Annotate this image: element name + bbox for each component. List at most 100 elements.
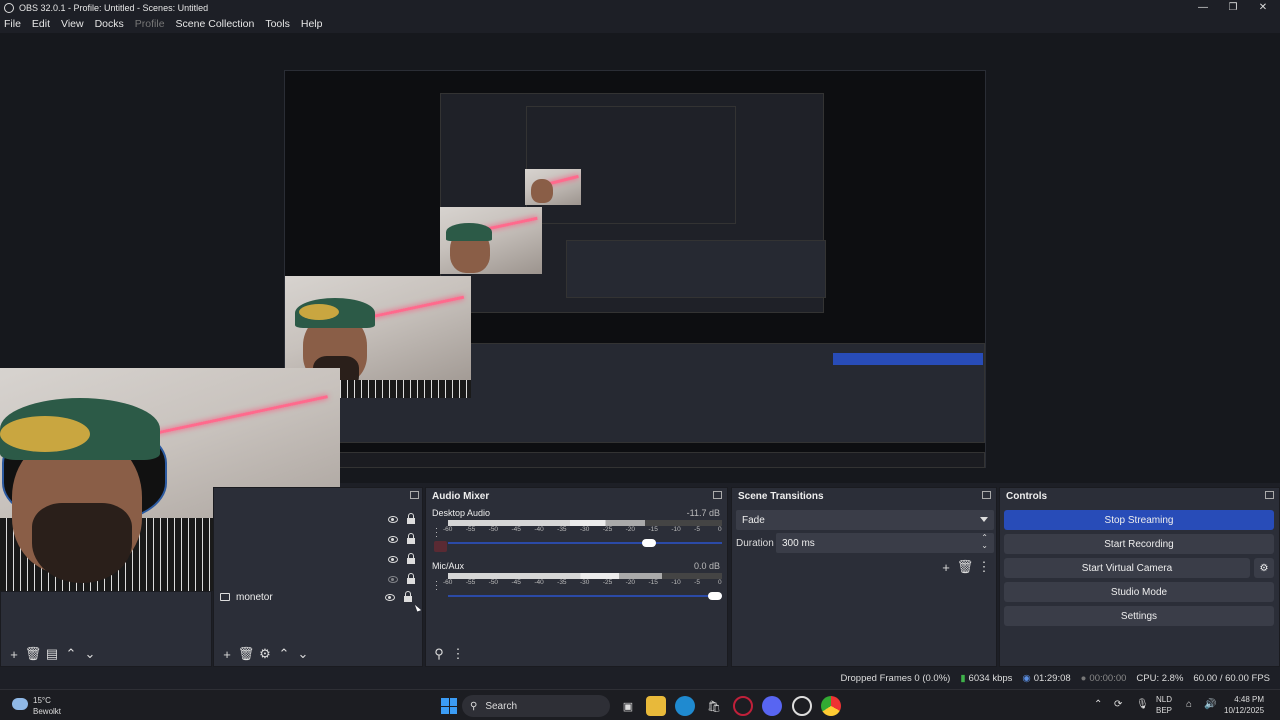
obs-taskbar-icon[interactable] <box>792 696 812 716</box>
visibility-icon[interactable] <box>388 555 398 563</box>
menu-docks[interactable]: Docks <box>95 18 124 30</box>
visibility-icon[interactable] <box>385 593 395 601</box>
lock-icon[interactable] <box>404 591 412 602</box>
nested-preview-screen <box>440 93 826 313</box>
volume-knob[interactable] <box>642 539 657 547</box>
source-row-2[interactable] <box>388 529 415 549</box>
menu-file[interactable]: File <box>4 18 21 30</box>
start-virtual-camera-button[interactable]: Start Virtual Camera <box>1004 558 1250 578</box>
menu-edit[interactable]: Edit <box>32 18 50 30</box>
move-scene-down-icon[interactable]: ⌄ <box>81 645 99 663</box>
source-properties-icon[interactable]: ⚙ <box>256 645 274 663</box>
opera-icon[interactable] <box>733 696 753 716</box>
source-row-1[interactable] <box>388 509 415 529</box>
source-name: monetor <box>236 591 273 603</box>
source-row-monetor[interactable]: monetor <box>220 587 420 607</box>
advanced-audio-icon[interactable]: ⚲ <box>430 645 448 663</box>
nested-preview-screen-inner <box>526 106 736 224</box>
file-explorer-icon[interactable] <box>646 696 666 716</box>
menu-tools[interactable]: Tools <box>265 18 290 30</box>
source-row-3[interactable] <box>388 549 415 569</box>
duration-spinbox[interactable]: 300 ms ⌃ ⌄ <box>776 533 994 553</box>
dropped-frames: Dropped Frames 0 (0.0%) <box>840 672 951 684</box>
mute-icon[interactable] <box>434 541 447 552</box>
search-placeholder: Search <box>485 700 518 712</box>
camera-tiny <box>525 169 581 205</box>
windows-start-icon[interactable] <box>439 696 459 716</box>
audio-mixer-title: Audio Mixer <box>432 490 490 502</box>
volume-icon[interactable]: 🔊 <box>1204 699 1216 710</box>
tray-mic-icon[interactable]: 🎙 <box>1136 699 1149 710</box>
menu-help[interactable]: Help <box>301 18 323 30</box>
track-menu-icon[interactable]: · · · <box>435 577 438 594</box>
mixer-track-mic: Mic/Aux 0.0 dB · · · -60 -55 -50 -45 -40 -35 -30… <box>430 561 722 600</box>
store-icon[interactable]: 🛍 <box>704 696 724 716</box>
spin-arrows-icon[interactable]: ⌃ ⌄ <box>981 534 988 550</box>
track-menu-icon[interactable]: · · · <box>435 524 438 541</box>
scene-filters-icon[interactable]: ▤ <box>43 645 61 663</box>
tray-sync-icon[interactable]: ⟳ <box>1114 699 1122 710</box>
meter-tick-label: -25 <box>602 579 613 586</box>
sources-float-icon[interactable] <box>410 491 419 499</box>
transition-menu-icon[interactable]: ⋮ <box>975 558 993 576</box>
move-source-up-icon[interactable]: ⌃ <box>275 645 293 663</box>
audio-mixer-float-icon[interactable] <box>713 491 722 499</box>
scene-transitions-float-icon[interactable] <box>982 491 991 499</box>
meter-tick-label: -15 <box>648 579 658 586</box>
stop-streaming-button[interactable]: Stop Streaming <box>1004 510 1274 530</box>
start-recording-button[interactable]: Start Recording <box>1004 534 1274 554</box>
visibility-icon[interactable] <box>388 515 398 523</box>
task-view-icon[interactable]: ▣ <box>618 696 638 716</box>
transition-select[interactable]: Fade <box>736 510 994 530</box>
edge-icon[interactable] <box>675 696 695 716</box>
volume-slider[interactable] <box>448 592 722 600</box>
clock[interactable]: 4:48 PM 10/12/2025 <box>1224 694 1264 716</box>
menu-profile[interactable]: Profile <box>135 18 165 30</box>
hidden-visibility-icon[interactable] <box>388 575 398 583</box>
studio-mode-button[interactable]: Studio Mode <box>1004 582 1274 602</box>
source-row-4[interactable] <box>388 569 415 589</box>
maximize-button[interactable]: ❐ <box>1218 0 1248 15</box>
sources-dock: monetor + 🗑 ⚙ ⌃ ⌄ <box>213 487 423 667</box>
weather-widget[interactable]: 15°C Bewolkt <box>33 695 61 717</box>
meter-tick-label: -30 <box>580 526 590 533</box>
mixer-menu-icon[interactable]: ⋮ <box>449 645 467 663</box>
remove-source-icon[interactable]: 🗑 <box>237 645 255 663</box>
add-source-icon[interactable]: + <box>218 645 236 663</box>
taskbar-search[interactable]: ⚲ Search <box>462 695 610 717</box>
volume-slider[interactable] <box>448 539 722 547</box>
volume-knob[interactable] <box>708 592 722 600</box>
settings-button[interactable]: Settings <box>1004 606 1274 626</box>
remove-scene-icon[interactable]: 🗑 <box>24 645 42 663</box>
move-source-down-icon[interactable]: ⌄ <box>294 645 312 663</box>
weather-cloud-icon[interactable] <box>12 698 28 710</box>
virtual-camera-settings-icon[interactable]: ⚙ <box>1254 558 1274 578</box>
menu-view[interactable]: View <box>61 18 84 30</box>
meter-tick-label: -45 <box>511 579 521 586</box>
lang-line-2: BEP <box>1156 706 1173 715</box>
add-scene-icon[interactable]: + <box>5 645 23 663</box>
tray-chevron-icon[interactable]: ⌃ <box>1094 699 1102 710</box>
lock-icon[interactable] <box>407 573 415 584</box>
move-scene-up-icon[interactable]: ⌃ <box>62 645 80 663</box>
menu-scene-collection[interactable]: Scene Collection <box>176 18 255 30</box>
controls-float-icon[interactable] <box>1265 491 1274 499</box>
remove-transition-icon[interactable]: 🗑 <box>956 558 974 576</box>
controls-dock: Controls Stop Streaming Start Recording … <box>999 487 1280 667</box>
chevron-down-icon <box>980 517 988 522</box>
network-icon[interactable]: ⌂ <box>1186 699 1192 710</box>
language-indicator[interactable]: NLD BEP <box>1156 694 1172 716</box>
close-button[interactable]: ✕ <box>1248 0 1278 15</box>
meter-ticks: -60 -55 -50 -45 -40 -35 -30 -25 -20 -15 -10 -5 0 <box>443 579 722 588</box>
visibility-icon[interactable] <box>388 535 398 543</box>
minimize-button[interactable]: — <box>1188 0 1218 15</box>
lock-icon[interactable] <box>407 513 415 524</box>
lock-icon[interactable] <box>407 533 415 544</box>
meter-tick-label: -10 <box>671 579 681 586</box>
preview-area[interactable] <box>0 33 1280 591</box>
add-transition-icon[interactable]: + <box>937 558 955 576</box>
discord-icon[interactable] <box>762 696 782 716</box>
lock-icon[interactable] <box>407 553 415 564</box>
chrome-icon[interactable] <box>821 696 841 716</box>
preview-canvas[interactable] <box>284 70 986 468</box>
